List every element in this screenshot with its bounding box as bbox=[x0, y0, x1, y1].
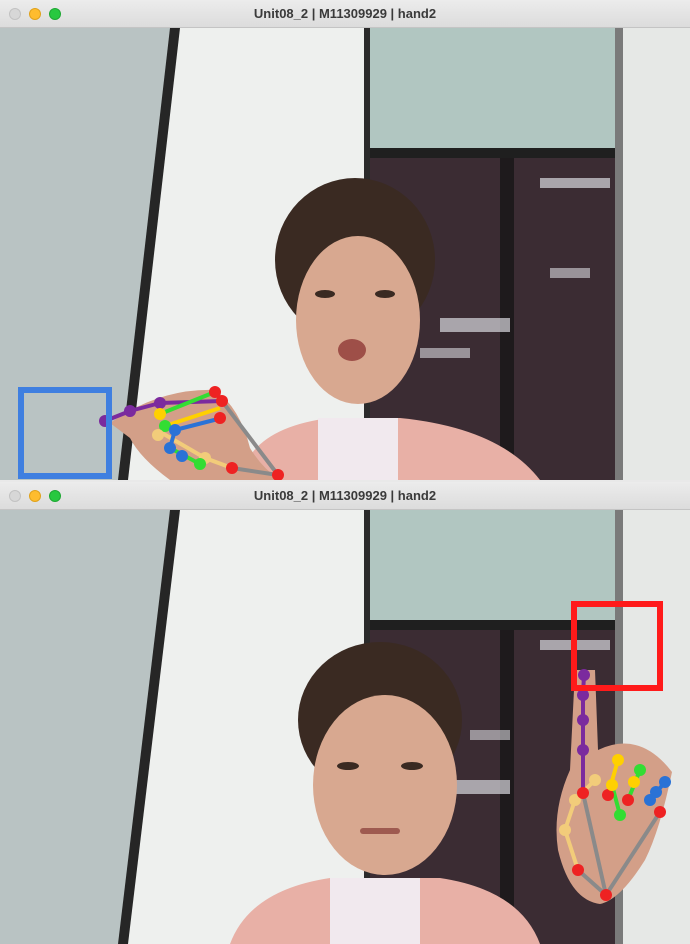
eye bbox=[315, 290, 335, 298]
reflection bbox=[420, 348, 470, 358]
mouth bbox=[338, 339, 366, 361]
right-wall bbox=[623, 510, 690, 944]
reflection bbox=[540, 178, 610, 188]
window-title: Unit08_2 | M11309929 | hand2 bbox=[253, 488, 437, 503]
reflection bbox=[440, 318, 510, 332]
titlebar: Unit08_2 | M11309929 | hand2 bbox=[0, 482, 690, 510]
camera-feed bbox=[0, 510, 690, 944]
camera-frame bbox=[0, 28, 690, 480]
collar bbox=[318, 418, 398, 480]
face bbox=[296, 236, 420, 404]
eye bbox=[401, 762, 423, 770]
window-panel bbox=[368, 28, 633, 148]
camera-feed bbox=[0, 28, 690, 480]
camera-window-1: Unit08_2 | M11309929 | hand2 bbox=[0, 0, 690, 480]
right-wall bbox=[623, 28, 690, 480]
window-title: Unit08_2 | M11309929 | hand2 bbox=[253, 6, 437, 21]
titlebar: Unit08_2 | M11309929 | hand2 bbox=[0, 0, 690, 28]
camera-window-2: Unit08_2 | M11309929 | hand2 bbox=[0, 482, 690, 944]
eye bbox=[337, 762, 359, 770]
right-edge bbox=[615, 28, 623, 480]
collar bbox=[330, 878, 420, 944]
reflection bbox=[550, 268, 590, 278]
face bbox=[313, 695, 457, 875]
reflection bbox=[470, 730, 510, 740]
camera-frame bbox=[0, 510, 690, 944]
eye bbox=[375, 290, 395, 298]
mouth bbox=[360, 828, 400, 834]
